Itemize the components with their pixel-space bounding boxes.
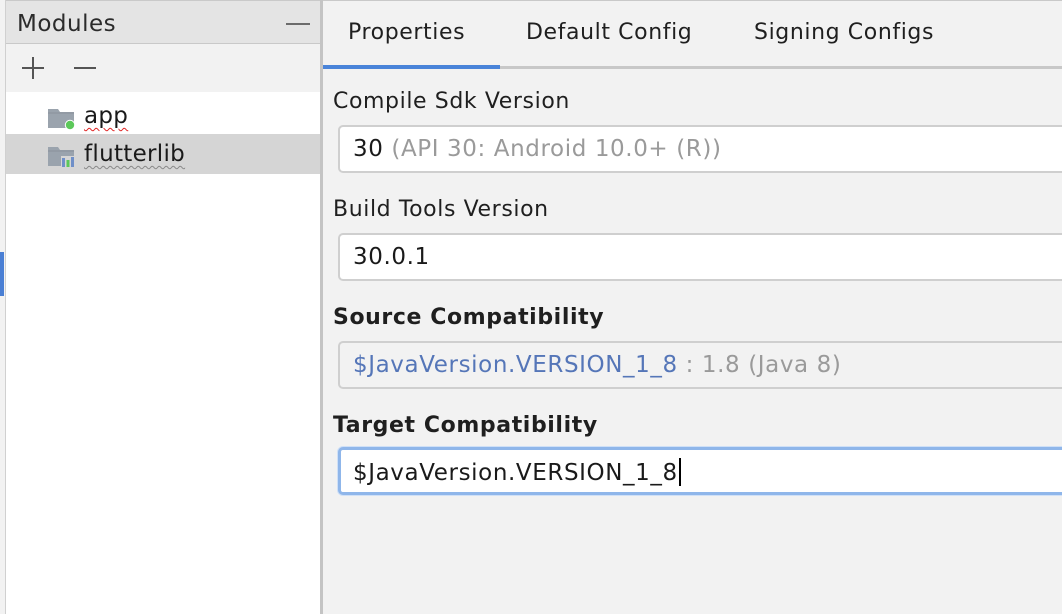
minimize-icon[interactable] — [286, 23, 310, 25]
source-compat-value: $JavaVersion.VERSION_1_8 — [353, 352, 678, 378]
source-compat-label: Source Compatibility — [333, 305, 605, 330]
module-item-flutterlib[interactable]: flutterlib — [6, 134, 320, 174]
tab-signing-configs[interactable]: Signing Configs — [754, 20, 934, 45]
module-list: app flutterlib — [6, 92, 320, 614]
target-compat-value-wrap: $JavaVersion.VERSION_1_8 — [353, 458, 681, 486]
source-compat-hint: : 1.8 (Java 8) — [685, 352, 842, 378]
modules-header: Modules — [6, 0, 320, 44]
target-compat-field[interactable]: $JavaVersion.VERSION_1_8 — [338, 447, 1062, 495]
module-label: flutterlib — [84, 141, 186, 167]
build-tools-label: Build Tools Version — [333, 197, 549, 222]
library-module-icon — [48, 147, 75, 168]
android-app-module-icon — [48, 109, 76, 131]
text-caret — [678, 458, 681, 486]
compile-sdk-label: Compile Sdk Version — [333, 89, 570, 114]
modules-title: Modules — [17, 11, 117, 37]
source-compat-field[interactable]: $JavaVersion.VERSION_1_8 : 1.8 (Java 8) — [338, 341, 1062, 389]
project-structure-window: Modules app flutterlib Properties Defaul… — [0, 0, 1062, 614]
modules-panel: Modules app flutterlib — [0, 0, 320, 614]
side-tab-indicator[interactable] — [0, 252, 4, 296]
tab-properties[interactable]: Properties — [348, 20, 465, 45]
active-tab-indicator — [323, 65, 500, 69]
compile-sdk-hint: (API 30: Android 10.0+ (R)) — [391, 136, 722, 162]
build-tools-value: 30.0.1 — [353, 244, 430, 270]
compile-sdk-field[interactable]: 30 (API 30: Android 10.0+ (R)) — [338, 125, 1062, 173]
compile-sdk-value: 30 — [353, 136, 384, 162]
module-label: app — [84, 103, 129, 129]
properties-panel: Properties Default Config Signing Config… — [323, 0, 1062, 614]
target-compat-label: Target Compatibility — [333, 413, 598, 438]
plus-icon[interactable] — [21, 56, 45, 80]
modules-toolbar — [6, 44, 320, 92]
source-compat-value-text: $JavaVersion.VERSION_1_8 : 1.8 (Java 8) — [353, 352, 841, 378]
minus-icon[interactable] — [73, 56, 97, 80]
target-compat-value: $JavaVersion.VERSION_1_8 — [353, 460, 678, 486]
tab-bar: Properties Default Config Signing Config… — [323, 0, 1062, 69]
compile-sdk-value-text: 30 (API 30: Android 10.0+ (R)) — [353, 136, 722, 162]
tab-default-config[interactable]: Default Config — [526, 20, 692, 45]
build-tools-field[interactable]: 30.0.1 — [338, 233, 1062, 281]
module-item-app[interactable]: app — [6, 96, 320, 136]
